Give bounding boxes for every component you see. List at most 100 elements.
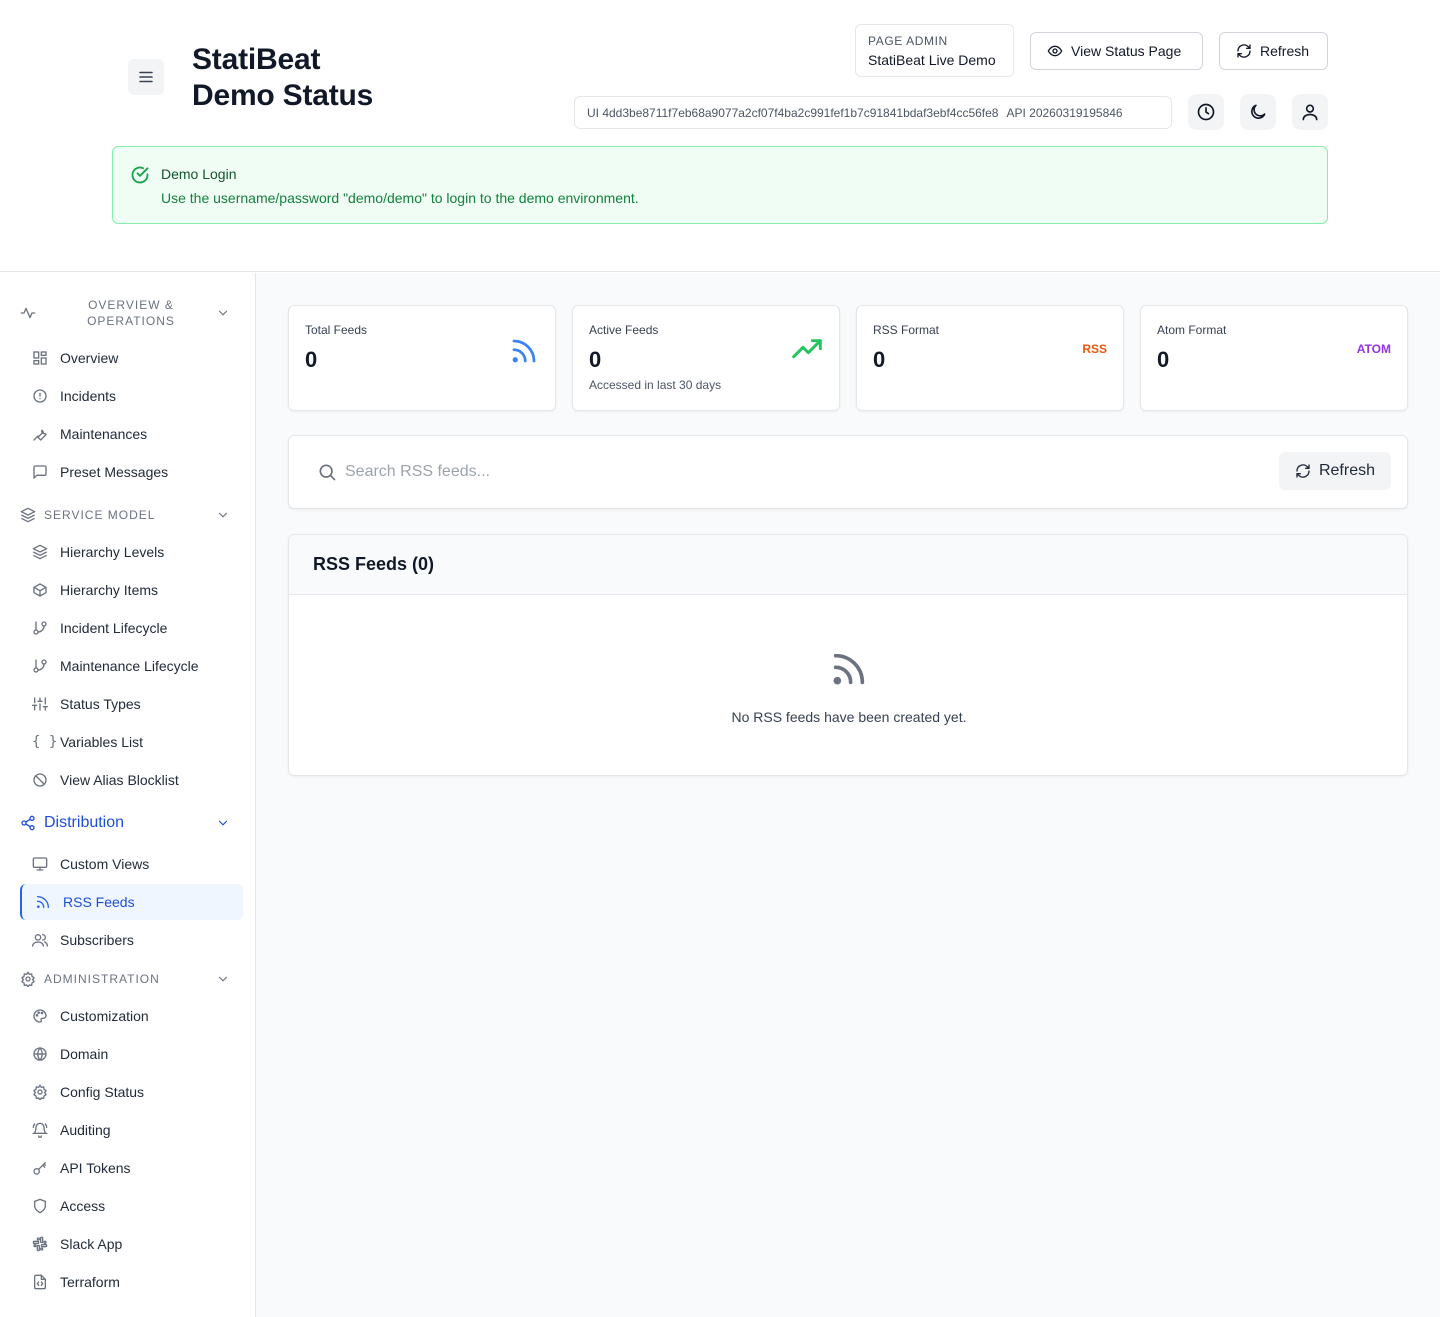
stat-subtext: Accessed in last 30 days: [589, 378, 722, 392]
shield-icon: [34, 1198, 46, 1214]
git-branch-icon: [33, 621, 47, 635]
sidebar-item-maintenances[interactable]: Maintenances: [20, 416, 243, 452]
clock-icon: [1197, 103, 1215, 121]
sidebar-item-terraform[interactable]: Terraform: [20, 1264, 243, 1300]
sidebar-section-distribution[interactable]: Distribution: [20, 813, 242, 833]
refresh-icon: [1237, 44, 1251, 58]
search-input[interactable]: [345, 454, 1265, 490]
refresh-icon: [1296, 464, 1310, 478]
wrench-icon: [33, 429, 47, 441]
sidebar-item-config-status[interactable]: Config Status: [20, 1074, 243, 1110]
sidebar-item-access[interactable]: Access: [20, 1188, 243, 1224]
sidebar-item-slack-app[interactable]: Slack App: [20, 1226, 243, 1262]
globe-icon: [33, 1046, 47, 1062]
sidebar-item-custom-views[interactable]: Custom Views: [20, 846, 243, 882]
header-refresh-button[interactable]: Refresh: [1219, 32, 1328, 70]
header-refresh-label: Refresh: [1260, 43, 1310, 59]
sidebar-section-service-model[interactable]: SERVICE MODEL: [20, 505, 242, 525]
layers-icon: [20, 507, 36, 523]
main-content: Total Feeds 0 Active Feeds 0 Accessed in…: [256, 273, 1440, 1317]
sidebar-item-api-tokens[interactable]: API Tokens: [20, 1150, 243, 1186]
stat-card-atom-format: Atom Format 0 ATOM: [1140, 305, 1408, 411]
sidebar-item-label: Custom Views: [60, 856, 150, 872]
sidebar-item-overview[interactable]: Overview: [20, 340, 243, 376]
sidebar-item-label: Terraform: [60, 1274, 120, 1290]
stat-label: Total Feeds: [305, 323, 368, 337]
sidebar-item-rss-feeds[interactable]: RSS Feeds: [20, 884, 243, 920]
page-title: StatiBeat Demo Status: [192, 42, 373, 114]
sidebar-item-label: Maintenances: [60, 426, 148, 442]
sidebar-item-label: Slack App: [60, 1236, 123, 1252]
braces-icon: { }: [32, 734, 58, 750]
bell-ring-icon: [32, 1122, 48, 1138]
chevron-down-icon: [218, 512, 228, 518]
search-refresh-label: Refresh: [1318, 462, 1375, 479]
sidebar-item-label: Incident Lifecycle: [60, 620, 168, 636]
page-admin-value: StatiBeat Live Demo: [868, 52, 996, 68]
api-version: API 20260319195846: [1006, 105, 1123, 120]
stat-label: Atom Format: [1157, 323, 1227, 337]
page-title-line1: StatiBeat: [192, 43, 321, 76]
sidebar-item-hierarchy-items[interactable]: Hierarchy Items: [20, 572, 243, 608]
stat-value: 0: [305, 347, 318, 372]
sidebar-item-domain[interactable]: Domain: [20, 1036, 243, 1072]
menu-toggle-button[interactable]: [128, 59, 164, 95]
sidebar-item-subscribers[interactable]: Subscribers: [20, 922, 243, 958]
sidebar-item-label: View Alias Blocklist: [60, 772, 179, 788]
search-refresh-button[interactable]: Refresh: [1278, 452, 1391, 490]
sidebar-section-administration[interactable]: ADMINISTRATION: [20, 969, 242, 989]
empty-state-message: No RSS feeds have been created yet.: [731, 709, 967, 725]
view-status-page-button[interactable]: View Status Page: [1030, 32, 1203, 70]
share-icon: [21, 815, 35, 831]
sidebar-section-overview[interactable]: OVERVIEW & OPERATIONS: [20, 297, 242, 329]
layout-grid-icon: [33, 351, 47, 365]
sidebar-item-label: Hierarchy Levels: [60, 544, 165, 560]
stat-label: RSS Format: [873, 323, 940, 337]
sidebar-item-label: RSS Feeds: [63, 894, 135, 910]
menu-icon: [139, 71, 153, 83]
eye-icon: [1047, 45, 1063, 57]
rss-feeds-panel: RSS Feeds (0) No RSS feeds have been cre…: [288, 534, 1408, 776]
sidebar-item-maintenance-lifecycle[interactable]: Maintenance Lifecycle: [20, 648, 243, 684]
user-icon: [1302, 104, 1318, 121]
sliders-icon: [32, 697, 48, 711]
version-info: UI 4dd3be8711f7eb68a9077a2cf07f4ba2c991f…: [574, 96, 1172, 129]
sidebar-item-view-alias-blocklist[interactable]: View Alias Blocklist: [20, 762, 243, 798]
atom-format-tag: ATOM: [1356, 342, 1391, 356]
sidebar-item-label: Subscribers: [60, 932, 134, 948]
sidebar-item-hierarchy-levels[interactable]: Hierarchy Levels: [20, 534, 243, 570]
stat-card-rss-format: RSS Format 0 RSS: [856, 305, 1124, 411]
rss-format-tag: RSS: [1082, 342, 1107, 356]
rss-icon: [512, 339, 536, 363]
page-admin-selector[interactable]: PAGE ADMIN StatiBeat Live Demo: [855, 24, 1014, 77]
sidebar-section-label-2: OPERATIONS: [87, 314, 175, 328]
users-icon: [32, 934, 48, 947]
sidebar-item-status-types[interactable]: Status Types: [20, 686, 243, 722]
settings-icon: [21, 971, 35, 987]
stat-value: 0: [589, 347, 602, 372]
message-square-icon: [33, 465, 47, 479]
sidebar-item-incident-lifecycle[interactable]: Incident Lifecycle: [20, 610, 243, 646]
sidebar-item-variables-list[interactable]: { } Variables List: [20, 724, 243, 760]
slack-icon: [32, 1236, 48, 1252]
chevron-down-icon: [218, 820, 228, 826]
sidebar-item-label: Config Status: [60, 1084, 145, 1100]
view-status-page-label: View Status Page: [1071, 43, 1182, 59]
demo-login-alert: Demo Login Use the username/password "de…: [112, 146, 1328, 224]
sidebar-item-auditing[interactable]: Auditing: [20, 1112, 243, 1148]
sidebar-item-label: Auditing: [60, 1122, 111, 1138]
history-button[interactable]: [1188, 94, 1224, 130]
page-title-line2: Demo Status: [192, 79, 374, 112]
sidebar-item-customization[interactable]: Customization: [20, 998, 243, 1034]
ui-version: UI 4dd3be8711f7eb68a9077a2cf07f4ba2c991f…: [587, 105, 999, 120]
chevron-down-icon: [218, 976, 228, 982]
stat-label: Active Feeds: [589, 323, 659, 337]
search-icon: [319, 464, 336, 481]
sidebar-item-label: API Tokens: [60, 1160, 131, 1176]
theme-toggle-button[interactable]: [1240, 94, 1276, 130]
sidebar-item-incidents[interactable]: Incidents: [20, 378, 243, 414]
file-code-icon: [34, 1274, 46, 1290]
user-menu-button[interactable]: [1292, 94, 1328, 130]
alert-circle-icon: [33, 389, 47, 403]
sidebar-item-preset-messages[interactable]: Preset Messages: [20, 454, 243, 490]
